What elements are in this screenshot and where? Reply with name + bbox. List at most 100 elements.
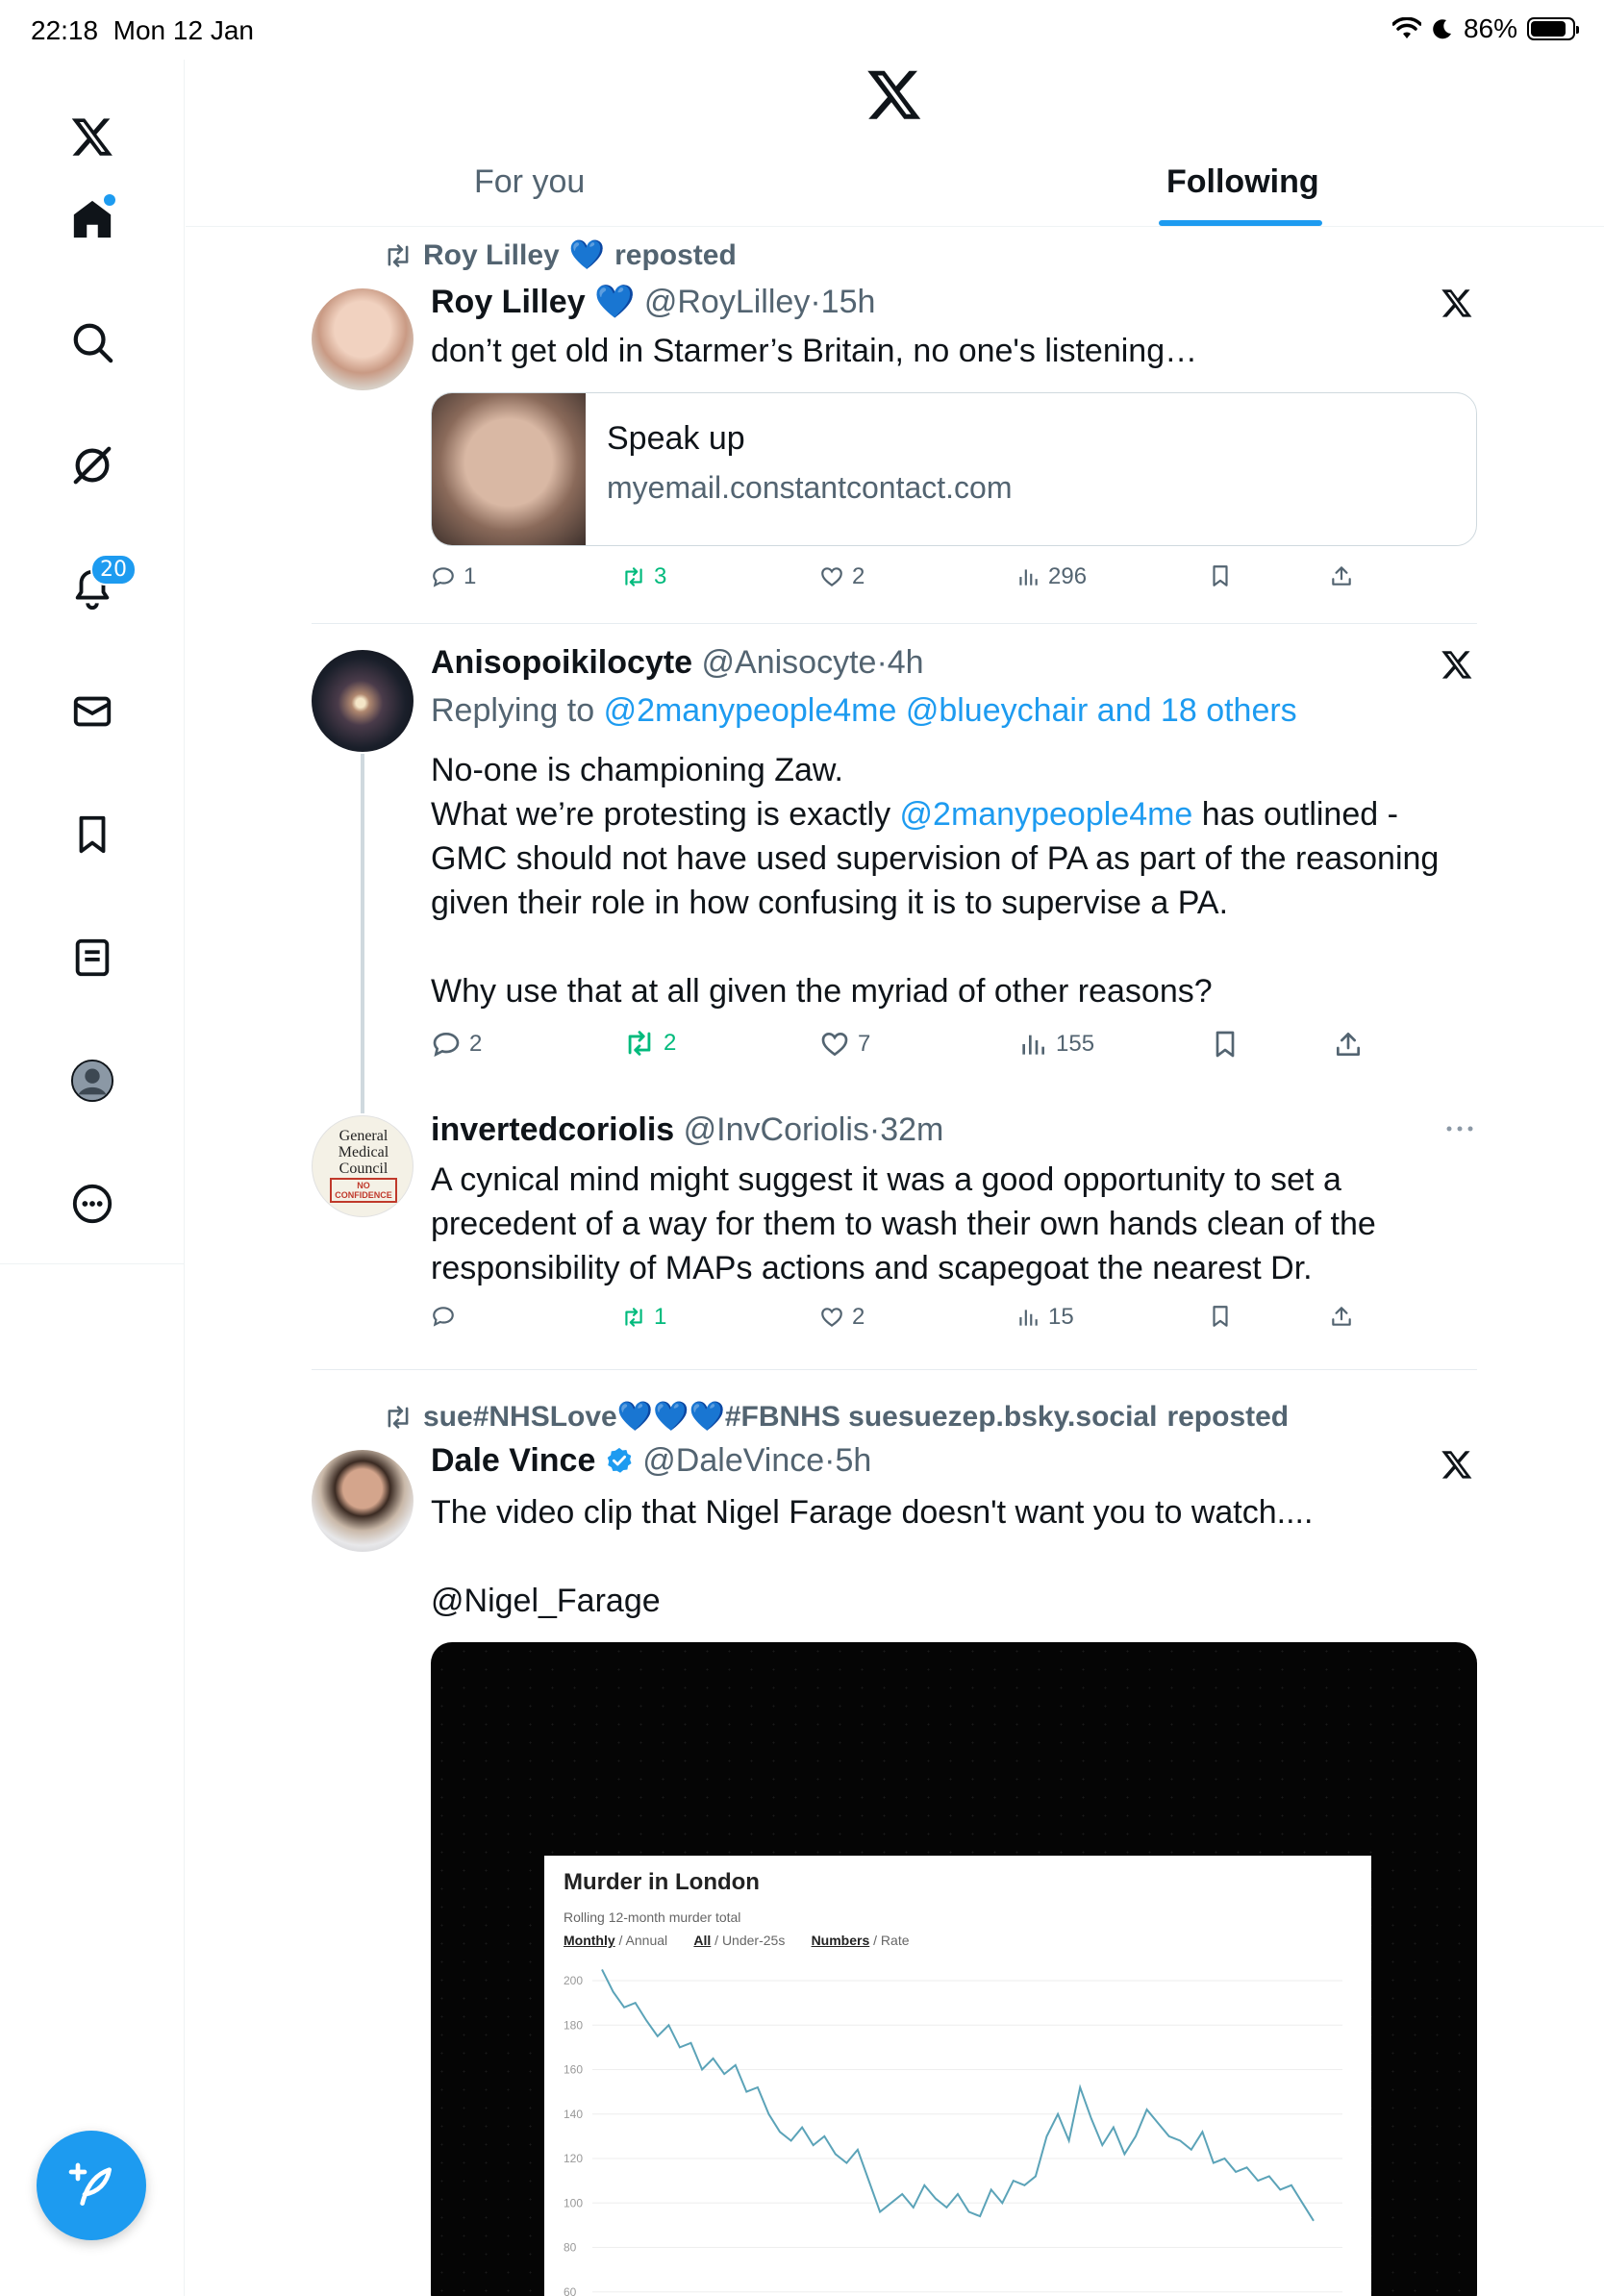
tab-following[interactable]: Following <box>1166 163 1319 201</box>
feather-plus-icon <box>68 2162 112 2206</box>
author-name[interactable]: invertedcoriolis <box>431 1111 674 1148</box>
like-button[interactable]: 2 <box>819 563 865 590</box>
tweet-time[interactable]: 32m <box>880 1111 943 1148</box>
repost-icon <box>625 1308 642 1327</box>
bookmark-button[interactable] <box>1208 563 1233 588</box>
repost-icon <box>388 243 409 267</box>
reposted-by-name[interactable]: Roy Lilley <box>423 239 560 272</box>
repost-button[interactable]: 2 <box>623 1029 676 1058</box>
sidebar-item-messages[interactable] <box>63 683 121 740</box>
timeline-tabs: For you Following <box>186 154 1604 227</box>
heart-icon <box>821 567 842 586</box>
heart-icon <box>821 1308 842 1327</box>
more-circle-icon <box>72 1184 113 1224</box>
mention-link[interactable]: @Nigel_Farage <box>431 1579 661 1623</box>
share-button[interactable] <box>1329 1304 1354 1329</box>
reply-button[interactable]: 2 <box>431 1029 482 1060</box>
share-icon <box>1332 566 1351 586</box>
sidebar-item-explore[interactable] <box>63 313 121 371</box>
author-handle[interactable]: @DaleVince <box>642 1442 824 1479</box>
verified-badge-icon <box>607 1447 632 1473</box>
author-name[interactable]: Roy Lilley <box>431 284 586 320</box>
views-button[interactable]: 155 <box>1017 1029 1094 1060</box>
status-bar: 22:18 Mon 12 Jan 86% <box>0 0 1604 60</box>
chart-toggles: Monthly / Annual All / Under-25s Numbers… <box>564 1933 910 1948</box>
x-logo-icon[interactable] <box>63 108 121 165</box>
repost-indicator: sue#NHSLove💙💙💙#FBNHS suesuezep.bsky.soci… <box>383 1400 1289 1434</box>
y-tick-label: 60 <box>564 2285 577 2296</box>
repost-button[interactable]: 1 <box>621 1304 666 1331</box>
analytics-icon <box>1019 569 1038 586</box>
tweet-text: No-one is championing Zaw. What we’re pr… <box>431 752 1440 1010</box>
repost-icon <box>625 567 642 586</box>
share-icon <box>1337 1033 1360 1056</box>
y-tick-label: 200 <box>564 1974 583 1987</box>
avatar[interactable]: General Medical Council NO CONFIDENCE <box>312 1115 414 1217</box>
link-title: Speak up <box>607 420 745 457</box>
bookmark-icon <box>1213 1306 1228 1327</box>
bookmark-button[interactable] <box>1208 1304 1233 1329</box>
tab-for-you[interactable]: For you <box>474 163 585 201</box>
analytics-icon <box>1022 1035 1044 1055</box>
x-logo-icon <box>1441 289 1472 317</box>
grok-icon <box>73 446 112 485</box>
share-button[interactable] <box>1329 563 1354 588</box>
share-button[interactable] <box>1333 1029 1364 1060</box>
like-button[interactable]: 2 <box>819 1304 865 1331</box>
tweet-time[interactable]: 4h <box>888 644 924 681</box>
tweet-time[interactable]: 15h <box>821 284 876 320</box>
views-button[interactable]: 15 <box>1015 1304 1074 1331</box>
thread-connector <box>361 754 364 1113</box>
y-tick-label: 120 <box>564 2152 583 2165</box>
avatar[interactable] <box>312 1450 414 1552</box>
reposted-by-name[interactable]: sue#NHSLove💙💙💙#FBNHS suesuezep.bsky.soci… <box>423 1400 1157 1434</box>
share-icon <box>1332 1307 1351 1326</box>
y-tick-label: 140 <box>564 2108 583 2121</box>
tweet-text: The video clip that Nigel Farage doesn't… <box>431 1494 1314 1531</box>
replying-to-mentions[interactable]: @2manypeople4me @blueychair and 18 other… <box>604 692 1297 729</box>
compose-button[interactable] <box>37 2131 146 2240</box>
avatar[interactable] <box>312 650 414 752</box>
replying-to: Replying to @2manypeople4me @blueychair … <box>431 692 1297 730</box>
sidebar-item-bookmarks[interactable] <box>63 806 121 863</box>
more-options-icon[interactable] <box>1444 1123 1475 1135</box>
sidebar-item-notifications[interactable]: 20 <box>63 554 137 617</box>
line-chart: 200180160140120100806040 <box>564 1968 1342 2296</box>
tweet-actions: 1 3 2 296 <box>431 563 1354 602</box>
sidebar-item-lists[interactable] <box>63 929 121 986</box>
link-preview-card[interactable]: Speak up myemail.constantcontact.com <box>431 392 1477 546</box>
sidebar-item-grok[interactable] <box>63 437 121 494</box>
mention-link[interactable]: @2manypeople4me <box>900 796 1193 833</box>
chart-subtitle: Rolling 12-month murder total <box>564 1909 741 1925</box>
tweet-actions: 1 2 15 <box>431 1304 1354 1342</box>
repost-indicator: Roy Lilley 💙 reposted <box>383 238 737 272</box>
reposted-label: reposted <box>1166 1400 1290 1433</box>
tweet-time[interactable]: 5h <box>836 1442 872 1479</box>
x-logo-icon[interactable] <box>865 65 923 123</box>
author-name[interactable]: Anisopoikilocyte <box>431 644 692 681</box>
sidebar-item-profile[interactable] <box>63 1052 121 1110</box>
bookmark-button[interactable] <box>1210 1029 1241 1060</box>
sidebar-nav: 20 <box>0 60 185 2296</box>
like-button[interactable]: 7 <box>819 1029 870 1060</box>
author-handle[interactable]: @InvCoriolis <box>684 1111 869 1148</box>
author-handle[interactable]: @RoyLilley <box>644 284 810 320</box>
video-media[interactable]: Murder in London Rolling 12-month murder… <box>431 1642 1477 2296</box>
bookmark-icon <box>79 815 106 854</box>
sidebar-item-more[interactable] <box>63 1175 121 1233</box>
profile-avatar-icon <box>70 1059 114 1103</box>
replying-label: Replying to <box>431 692 595 729</box>
sidebar-item-home[interactable] <box>63 190 121 248</box>
repost-button[interactable]: 3 <box>621 563 666 590</box>
reply-button[interactable] <box>431 1304 456 1329</box>
reply-button[interactable]: 1 <box>431 563 476 590</box>
y-tick-label: 180 <box>564 2018 583 2032</box>
author-name[interactable]: Dale Vince <box>431 1442 595 1479</box>
views-button[interactable]: 296 <box>1015 563 1087 590</box>
author-handle[interactable]: @Anisocyte <box>702 644 877 681</box>
tweet-actions: 2 2 7 155 <box>431 1029 1360 1067</box>
y-tick-label: 160 <box>564 2063 583 2077</box>
avatar[interactable] <box>312 288 414 390</box>
tweet-divider <box>312 1369 1477 1370</box>
repost-icon <box>628 1031 651 1056</box>
